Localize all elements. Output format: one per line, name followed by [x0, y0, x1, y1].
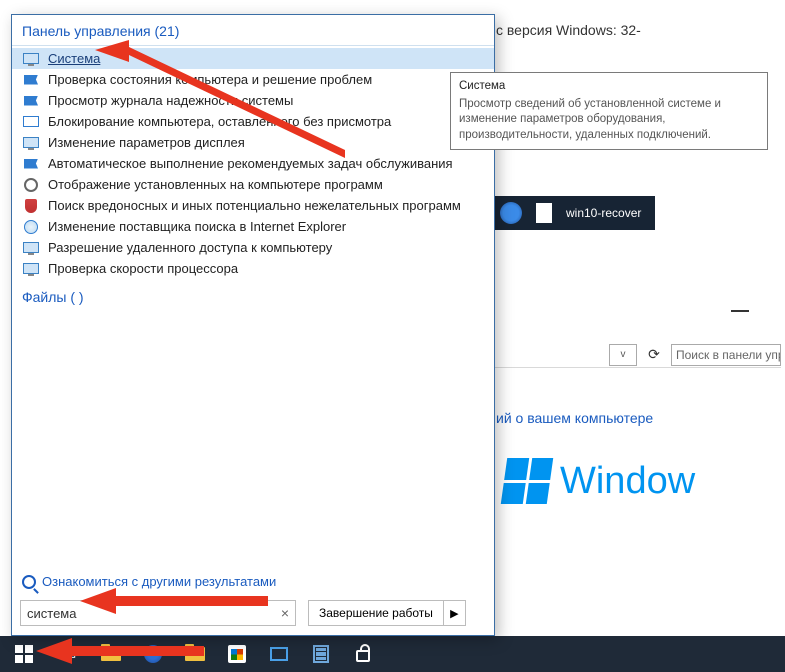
shutdown-button[interactable]: Завершение работы ▶ — [308, 600, 466, 626]
results-section-header: Панель управления (21) — [12, 15, 494, 46]
result-malware-scan[interactable]: Поиск вредоносных и иных потенциально не… — [12, 195, 494, 216]
result-lock-idle[interactable]: Блокирование компьютера, оставленного бе… — [12, 111, 494, 132]
tooltip: Система Просмотр сведений об установленн… — [450, 72, 768, 150]
tooltip-title: Система — [459, 79, 759, 95]
ic-shield-icon — [22, 199, 40, 213]
ic-flag-icon — [22, 157, 40, 171]
windows-logo-block: Window — [504, 458, 695, 504]
result-label: Изменение параметров дисплея — [48, 135, 245, 150]
ic-globe-icon — [22, 220, 40, 234]
result-label: Просмотр журнала надежности системы — [48, 93, 293, 108]
task-view-icon[interactable]: ▭ — [48, 636, 90, 672]
store-icon[interactable] — [216, 636, 258, 672]
control-panel-search[interactable]: Поиск в панели управ — [671, 344, 781, 366]
ic-monitor-icon — [22, 136, 40, 150]
start-menu-bottom-row: система × Завершение работы ▶ — [20, 599, 486, 627]
windows-icon — [15, 645, 33, 663]
ic-monitor-icon — [22, 52, 40, 66]
shutdown-label: Завершение работы — [309, 606, 443, 620]
desktop-file-label[interactable]: win10-recover — [566, 206, 641, 220]
nav-dropdown[interactable]: v — [609, 344, 637, 366]
refresh-icon[interactable]: ⟳ — [643, 344, 665, 366]
result-label: Проверка скорости процессора — [48, 261, 238, 276]
result-label: Система — [48, 51, 100, 66]
result-label: Проверка состояния компьютера и решение … — [48, 72, 372, 87]
result-label: Изменение поставщика поиска в Internet E… — [48, 219, 346, 234]
folder-icon[interactable] — [174, 636, 216, 672]
result-ie-search-provider[interactable]: Изменение поставщика поиска в Internet E… — [12, 216, 494, 237]
ie-icon[interactable] — [500, 202, 522, 224]
ic-screen-icon — [22, 115, 40, 129]
windows-logo-icon — [501, 458, 553, 504]
search-value: система — [27, 606, 76, 621]
desktop-item-row: win10-recover — [494, 196, 655, 230]
result-label: Разрешение удаленного доступа к компьюте… — [48, 240, 332, 255]
windows-text: Window — [560, 460, 695, 503]
results-list: Система Проверка состояния компьютера и р… — [12, 46, 494, 279]
ic-flag-icon — [22, 94, 40, 108]
result-display-settings[interactable]: Изменение параметров дисплея — [12, 132, 494, 153]
result-reliability-log[interactable]: Просмотр журнала надежности системы — [12, 90, 494, 111]
result-system[interactable]: Система — [12, 48, 494, 69]
result-label: Отображение установленных на компьютере … — [48, 177, 383, 192]
tooltip-body: Просмотр сведений об установленной систе… — [459, 97, 759, 144]
minimize-line[interactable] — [731, 310, 749, 312]
control-panel-search-placeholder: Поиск в панели управ — [676, 348, 781, 362]
result-installed-programs[interactable]: Отображение установленных на компьютере … — [12, 174, 494, 195]
search-icon — [22, 575, 36, 589]
taskbar-icons: ▭ — [48, 636, 384, 672]
ic-flag-icon — [22, 73, 40, 87]
ic-gear-icon — [22, 178, 40, 192]
files-section-header: Файлы ( ) — [12, 279, 494, 309]
explorer-icon[interactable] — [90, 636, 132, 672]
mail-icon[interactable] — [258, 636, 300, 672]
result-label: Блокирование компьютера, оставленного бе… — [48, 114, 391, 129]
result-remote-access[interactable]: Разрешение удаленного доступа к компьюте… — [12, 237, 494, 258]
clear-icon[interactable]: × — [281, 605, 289, 621]
more-results-link[interactable]: Ознакомиться с другими результатами — [22, 574, 276, 589]
result-auto-maintenance[interactable]: Автоматическое выполнение рекомендуемых … — [12, 153, 494, 174]
shutdown-menu-icon[interactable]: ▶ — [443, 601, 465, 625]
windows-version-text: с версия Windows: 32- — [496, 22, 641, 38]
edge-icon[interactable] — [132, 636, 174, 672]
start-button[interactable] — [0, 636, 48, 672]
ic-monitor-icon — [22, 262, 40, 276]
result-cpu-speed[interactable]: Проверка скорости процессора — [12, 258, 494, 279]
search-input[interactable]: система × — [20, 600, 296, 626]
taskbar: ▭ — [0, 636, 785, 672]
lock-icon[interactable] — [342, 636, 384, 672]
ic-monitor-icon — [22, 241, 40, 255]
result-label: Поиск вредоносных и иных потенциально не… — [48, 198, 461, 213]
file-icon[interactable] — [536, 203, 552, 223]
start-menu: Панель управления (21) Система Проверка с… — [11, 14, 495, 636]
more-results-label: Ознакомиться с другими результатами — [42, 574, 276, 589]
calculator-icon[interactable] — [300, 636, 342, 672]
result-health-check[interactable]: Проверка состояния компьютера и решение … — [12, 69, 494, 90]
computer-info-link[interactable]: ий о вашем компьютере — [496, 410, 653, 426]
result-label: Автоматическое выполнение рекомендуемых … — [48, 156, 453, 171]
